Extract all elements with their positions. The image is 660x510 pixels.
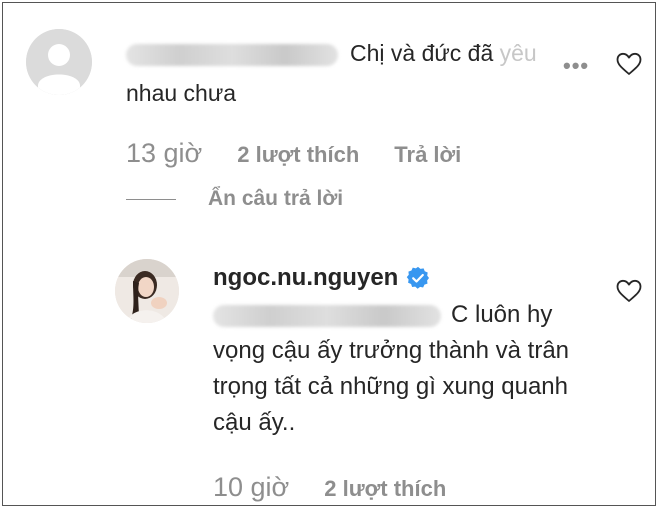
comment-meta: 13 giờ 2 lượt thích Trả lời bbox=[126, 138, 496, 172]
hide-replies-button[interactable]: Ẩn câu trả lời bbox=[126, 184, 343, 214]
likes-count[interactable]: 2 lượt thích bbox=[237, 142, 359, 168]
comment-text-line2: nhau chưa bbox=[126, 80, 237, 106]
comment-text: Chị và đức đã yêu nhau chưa bbox=[126, 33, 596, 113]
comment-text-faded: yêu bbox=[499, 40, 537, 66]
divider-line bbox=[126, 198, 176, 200]
blurred-username[interactable] bbox=[126, 43, 338, 66]
hide-replies-label: Ẩn câu trả lời bbox=[208, 187, 344, 210]
reply-meta: 10 giờ 2 lượt thích bbox=[213, 472, 481, 505]
reply-time[interactable]: 10 giờ bbox=[213, 472, 289, 503]
comment-time[interactable]: 13 giờ bbox=[126, 138, 202, 169]
reply-text-line1: C luôn hy bbox=[451, 301, 553, 328]
user-avatar[interactable] bbox=[115, 259, 179, 323]
comments-panel: Chị và đức đã yêu nhau chưa ••• 13 giờ 2… bbox=[2, 2, 656, 506]
reply-username[interactable]: ngoc.nu.nguyen bbox=[213, 262, 430, 294]
comment-text-visible: Chị và đức đã bbox=[350, 40, 494, 66]
reply-text-rest: vọng cậu ấy trưởng thành và trân trọng t… bbox=[213, 337, 570, 436]
reply-likes-count[interactable]: 2 lượt thích bbox=[324, 476, 446, 502]
default-avatar-icon[interactable] bbox=[26, 29, 92, 95]
blurred-mention[interactable] bbox=[213, 304, 441, 327]
heart-icon[interactable] bbox=[616, 279, 642, 303]
reply-button[interactable]: Trả lời bbox=[394, 142, 461, 168]
heart-icon[interactable] bbox=[616, 52, 642, 76]
reply-text: C luôn hy vọng cậu ấy trưởng thành và tr… bbox=[213, 297, 598, 441]
verified-badge-icon bbox=[406, 266, 430, 290]
username-text: ngoc.nu.nguyen bbox=[213, 264, 399, 291]
more-options-icon[interactable]: ••• bbox=[563, 53, 589, 79]
